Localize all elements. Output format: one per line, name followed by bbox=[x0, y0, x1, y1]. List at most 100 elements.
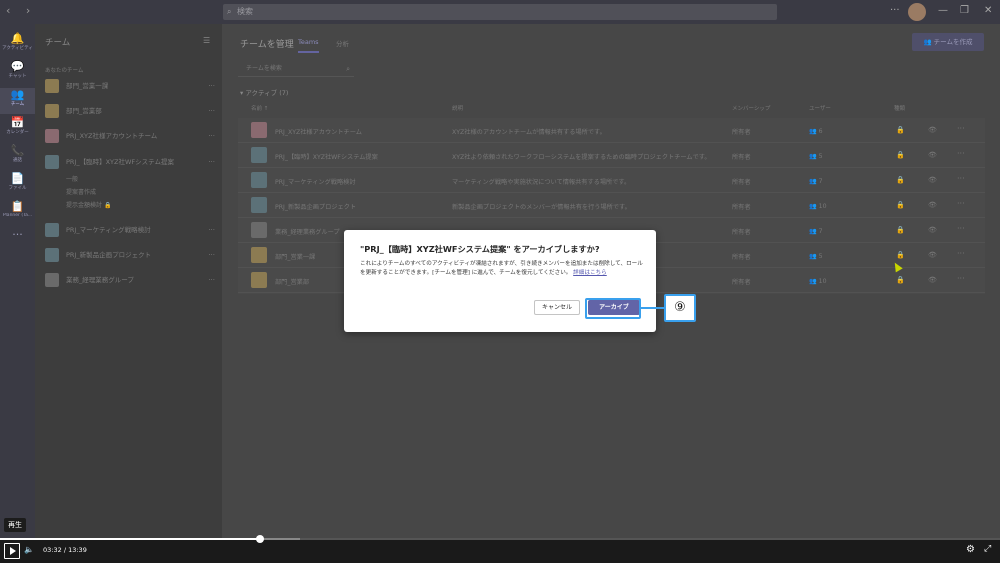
more-options-icon[interactable]: ··· bbox=[957, 224, 965, 233]
row-users: 👥 5 bbox=[809, 252, 823, 260]
visibility-eye-icon[interactable]: 👁 bbox=[928, 201, 937, 209]
table-row[interactable]: PRJ_新製品企画プロジェクト 新製品企画プロジェクトのメンバーが情報共有を行う場… bbox=[238, 193, 985, 218]
row-user-count: 10 bbox=[818, 203, 827, 210]
rail-item-bell[interactable]: 🔔 アクティビティ bbox=[0, 32, 35, 58]
more-options-icon[interactable]: ··· bbox=[208, 104, 215, 118]
privacy-lock-icon: 🔒 bbox=[896, 201, 905, 209]
tab-analytics[interactable]: 分析 bbox=[336, 38, 349, 48]
more-options-icon[interactable]: ··· bbox=[208, 223, 215, 237]
video-time-separator: / bbox=[63, 546, 67, 554]
sidebar-team-item[interactable]: PRJ_XYZ社様アカウントチーム ··· bbox=[45, 129, 215, 143]
close-icon[interactable]: ✕ bbox=[984, 5, 992, 16]
row-membership: 所有者 bbox=[732, 279, 751, 286]
nav-arrows-icon[interactable]: ‹ › bbox=[6, 4, 36, 17]
sidebar-team-item[interactable]: 部門_営業一課 ··· bbox=[45, 79, 215, 93]
users-icon: 👥 bbox=[809, 153, 819, 160]
team-logo bbox=[45, 129, 59, 143]
active-group-header[interactable]: ▾ アクティブ (7) bbox=[240, 87, 288, 97]
search-input[interactable]: ⌕ 検索 bbox=[223, 4, 777, 20]
row-users: 👥 7 bbox=[809, 227, 823, 235]
sidebar-channel-item[interactable]: 提示金額検討 🔒 bbox=[66, 200, 111, 209]
fullscreen-icon[interactable]: ⤢ bbox=[984, 544, 991, 554]
sidebar-team-item[interactable]: PRJ_マーケティング戦略検討 ··· bbox=[45, 223, 215, 237]
table-row[interactable]: PRJ_マーケティング戦略検討 マーケティング戦略や実施状況について情報共有する場… bbox=[238, 168, 985, 193]
create-team-button[interactable]: 👥 チームを作成 bbox=[912, 33, 984, 51]
more-options-icon[interactable]: ··· bbox=[890, 5, 900, 16]
sidebar-team-item[interactable]: 業務_経理業務グループ ··· bbox=[45, 273, 215, 287]
row-users: 👥 10 bbox=[809, 202, 827, 210]
active-group-label: アクティブ (7) bbox=[245, 89, 289, 97]
more-options-icon[interactable]: ··· bbox=[957, 174, 965, 183]
visibility-eye-icon[interactable]: 👁 bbox=[928, 251, 937, 259]
video-scrubber-handle[interactable] bbox=[256, 535, 264, 543]
visibility-eye-icon[interactable]: 👁 bbox=[928, 226, 937, 234]
learn-more-link[interactable]: 詳細はこちら bbox=[573, 270, 607, 276]
sidebar-team-item[interactable]: 部門_営業部 ··· bbox=[45, 104, 215, 118]
visibility-eye-icon[interactable]: 👁 bbox=[928, 151, 937, 159]
more-options-icon[interactable]: ··· bbox=[957, 249, 965, 258]
users-icon: 👥 bbox=[809, 253, 819, 260]
maximize-icon[interactable]: ❐ bbox=[960, 5, 969, 16]
sidebar-team-item[interactable]: PRJ_【臨時】XYZ社WFシステム提案 ··· bbox=[45, 155, 215, 169]
rail-item-label: チーム bbox=[10, 102, 25, 107]
row-user-count: 7 bbox=[818, 178, 823, 185]
more-options-icon[interactable]: ··· bbox=[208, 129, 215, 143]
avatar[interactable] bbox=[908, 3, 926, 21]
filter-icon[interactable]: ☰ bbox=[203, 36, 210, 45]
rail-item-calendar[interactable]: 📅 カレンダー bbox=[0, 116, 35, 142]
more-options-icon[interactable]: ··· bbox=[208, 155, 215, 169]
more-options-icon[interactable]: ··· bbox=[957, 274, 965, 283]
team-logo bbox=[45, 223, 59, 237]
visibility-eye-icon[interactable]: 👁 bbox=[928, 176, 937, 184]
table-row[interactable]: PRJ_【臨時】XYZ社WFシステム提案 XYZ社より依頼されたワークフローシステ… bbox=[238, 143, 985, 168]
video-total-time: 13:39 bbox=[68, 546, 87, 554]
column-users: ユーザー bbox=[809, 106, 831, 112]
cancel-button[interactable]: キャンセル bbox=[534, 300, 580, 315]
rail-item-planner[interactable]: 📋 Planner (Ta... bbox=[0, 200, 35, 226]
row-team-name: 業務_経理業務グループ bbox=[275, 229, 340, 236]
sidebar-channel-item[interactable]: 一般 bbox=[66, 174, 78, 183]
settings-gear-icon[interactable]: ⚙ bbox=[966, 544, 975, 555]
team-name: 業務_経理業務グループ bbox=[66, 276, 134, 284]
more-options-icon[interactable]: ··· bbox=[208, 79, 215, 93]
team-logo bbox=[45, 155, 59, 169]
more-options-icon[interactable]: ··· bbox=[208, 248, 215, 262]
play-tooltip: 再生 bbox=[4, 518, 26, 532]
rail-item-teams[interactable]: 👥 チーム bbox=[0, 88, 35, 114]
play-button[interactable] bbox=[4, 543, 20, 559]
tab-teams[interactable]: Teams bbox=[298, 38, 319, 53]
more-options-icon[interactable]: ··· bbox=[957, 199, 965, 208]
volume-icon[interactable]: 🔈 bbox=[24, 545, 34, 554]
team-section-label: あなたのチーム bbox=[45, 68, 84, 74]
team-search-input[interactable]: チームを検索 ⌕ bbox=[238, 61, 354, 77]
sidebar-channel-item[interactable]: 提案書作成 bbox=[66, 187, 96, 196]
rail-item-chat[interactable]: 💬 チャット bbox=[0, 60, 35, 86]
visibility-eye-icon[interactable]: 👁 bbox=[928, 126, 937, 134]
team-name: PRJ_XYZ社様アカウントチーム bbox=[66, 132, 158, 140]
row-description: XYZ社様のアカウントチームが情報共有する場所です。 bbox=[452, 129, 606, 136]
more-options-icon[interactable]: ··· bbox=[957, 124, 965, 133]
users-icon: 👥 bbox=[809, 278, 819, 285]
more-options-icon[interactable]: ··· bbox=[957, 149, 965, 158]
visibility-eye-icon[interactable]: 👁 bbox=[928, 276, 937, 284]
rail-item-more[interactable]: ··· bbox=[0, 228, 35, 254]
team-logo bbox=[45, 79, 59, 93]
rail-item-phone[interactable]: 📞 通話 bbox=[0, 144, 35, 170]
team-logo bbox=[45, 104, 59, 118]
privacy-lock-icon: 🔒 bbox=[896, 251, 905, 259]
row-membership: 所有者 bbox=[732, 179, 751, 186]
more-options-icon[interactable]: ··· bbox=[208, 273, 215, 287]
rail-item-file[interactable]: 📄 ファイル bbox=[0, 172, 35, 198]
table-row[interactable]: PRJ_XYZ社様アカウントチーム XYZ社様のアカウントチームが情報共有する場所… bbox=[238, 118, 985, 143]
users-icon: 👥 bbox=[809, 203, 819, 210]
row-user-count: 10 bbox=[818, 278, 827, 285]
video-progress-bar[interactable] bbox=[0, 535, 1000, 543]
video-controls: 🔈 03:32 / 13:39 ⚙ ⤢ bbox=[0, 535, 1000, 563]
team-logo bbox=[45, 273, 59, 287]
team-name: PRJ_新製品企画プロジェクト bbox=[66, 251, 152, 259]
sidebar-team-item[interactable]: PRJ_新製品企画プロジェクト ··· bbox=[45, 248, 215, 262]
column-name[interactable]: 名前 ↑ bbox=[251, 104, 268, 112]
video-time: 03:32 / 13:39 bbox=[43, 546, 87, 554]
minimize-icon[interactable]: — bbox=[938, 5, 948, 16]
team-add-icon: 👥 bbox=[923, 38, 934, 46]
